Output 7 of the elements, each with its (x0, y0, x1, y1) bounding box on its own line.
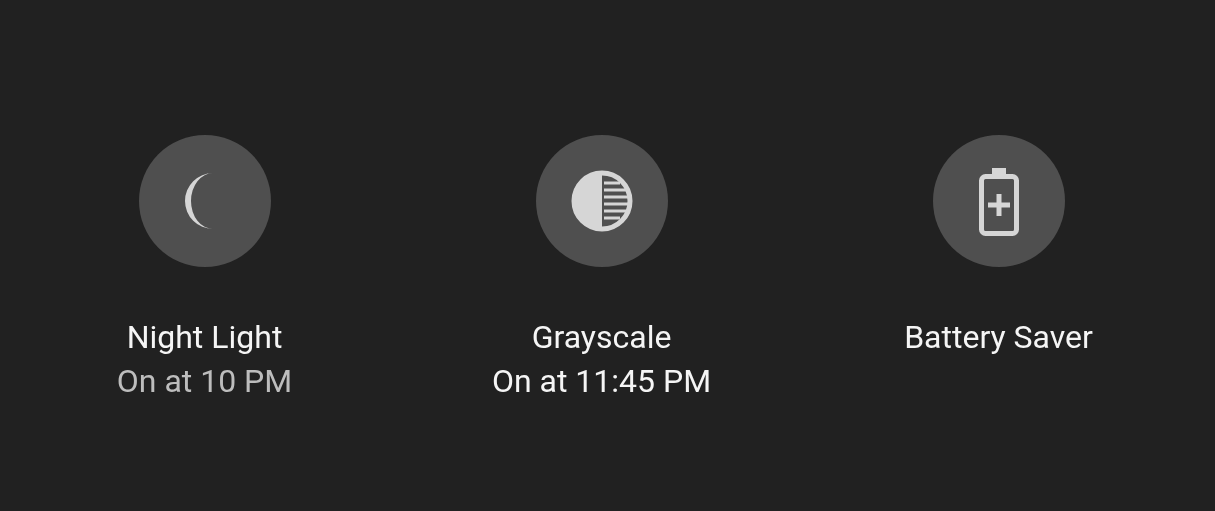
tile-subtitle: On at 11:45 PM (491, 361, 712, 402)
tile-label: Battery Saver (904, 317, 1093, 358)
tile-label: Grayscale (531, 317, 672, 358)
tile-label: Night Light (126, 317, 283, 358)
battery-plus-icon (976, 166, 1021, 236)
contrast-icon (569, 169, 634, 233)
tile-subtitle: On at 10 PM (116, 361, 293, 402)
